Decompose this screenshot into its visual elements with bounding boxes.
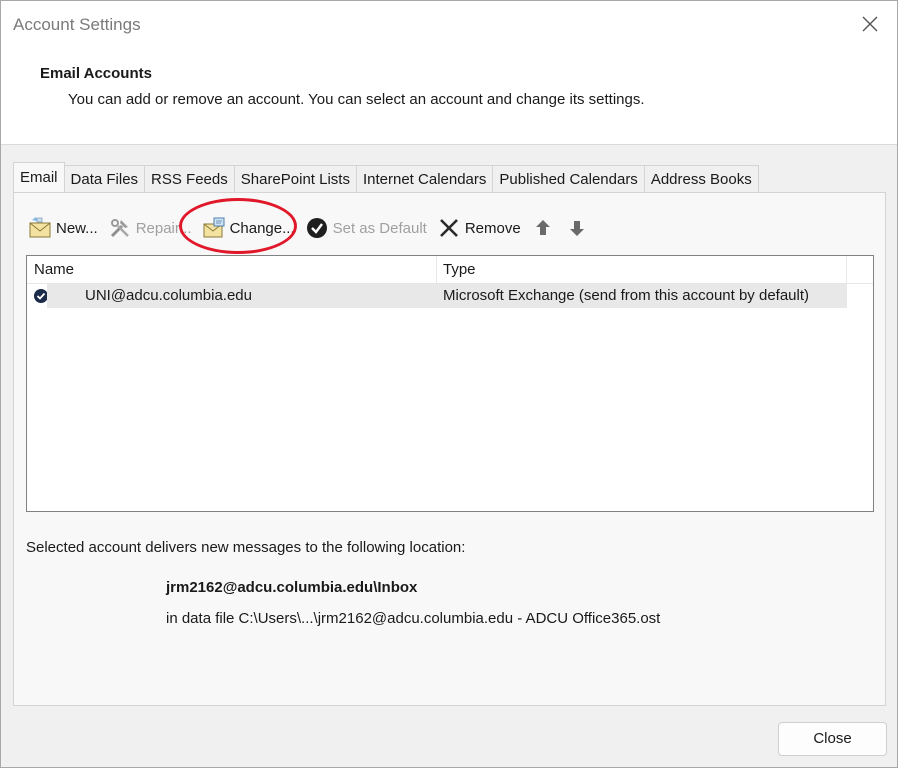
new-mail-icon — [28, 216, 52, 240]
header-description: You can add or remove an account. You ca… — [68, 91, 645, 108]
delivery-location-label: Selected account delivers new messages t… — [26, 539, 466, 556]
tab-address-books[interactable]: Address Books — [643, 165, 759, 193]
remove-x-icon — [437, 216, 461, 240]
tab-published-calendars[interactable]: Published Calendars — [492, 165, 645, 193]
arrow-down-icon — [565, 216, 589, 240]
repair-label: Repair... — [135, 219, 192, 237]
new-account-label: New... — [56, 219, 98, 237]
tab-sharepoint-lists[interactable]: SharePoint Lists — [233, 165, 357, 193]
account-name-cell: UNI@adcu.columbia.edu — [85, 287, 252, 304]
delivery-data-file: in data file C:\Users\...\jrm2162@adcu.c… — [166, 610, 661, 627]
title-bar: Account Settings — [1, 1, 897, 49]
move-down-button[interactable] — [565, 215, 589, 241]
dialog-header: Email Accounts You can add or remove an … — [1, 49, 897, 145]
tools-icon — [108, 216, 132, 240]
remove-account-label: Remove — [464, 219, 521, 237]
set-as-default-button[interactable]: Set as Default — [305, 215, 427, 241]
accounts-list[interactable]: Name Type UNI@adcu.columbia.edu Microsof… — [26, 255, 874, 512]
repair-button[interactable]: Repair... — [108, 215, 192, 241]
column-header-type[interactable]: Type — [437, 256, 847, 283]
arrow-up-icon — [531, 216, 555, 240]
change-settings-icon — [202, 216, 226, 240]
set-as-default-label: Set as Default — [332, 219, 427, 237]
header-title: Email Accounts — [40, 65, 152, 82]
tab-rss-feeds[interactable]: RSS Feeds — [144, 165, 235, 193]
checkmark-circle-icon — [305, 216, 329, 240]
close-button[interactable]: Close — [778, 722, 887, 756]
account-toolbar: New... Repair... Change... Set as Defaul… — [28, 215, 599, 241]
new-account-button[interactable]: New... — [28, 215, 98, 241]
email-tab-panel: New... Repair... Change... Set as Defaul… — [13, 192, 886, 706]
delivery-folder: jrm2162@adcu.columbia.edu\Inbox — [166, 579, 418, 596]
change-account-button[interactable]: Change... — [202, 215, 295, 241]
window-title: Account Settings — [13, 15, 141, 34]
remove-account-button[interactable]: Remove — [437, 215, 521, 241]
move-up-button[interactable] — [531, 215, 555, 241]
tab-internet-calendars[interactable]: Internet Calendars — [355, 165, 494, 193]
tab-strip: Email Data Files RSS Feeds SharePoint Li… — [13, 162, 759, 193]
account-type-cell: Microsoft Exchange (send from this accou… — [443, 287, 810, 304]
close-icon[interactable] — [857, 11, 883, 37]
accounts-list-header: Name Type — [27, 256, 873, 284]
column-header-name[interactable]: Name — [27, 256, 437, 283]
table-row[interactable]: UNI@adcu.columbia.edu Microsoft Exchange… — [47, 284, 847, 308]
change-account-label: Change... — [229, 219, 295, 237]
account-settings-dialog: Account Settings Email Accounts You can … — [0, 0, 898, 768]
tab-data-files[interactable]: Data Files — [63, 165, 146, 193]
tab-email[interactable]: Email — [13, 162, 65, 192]
